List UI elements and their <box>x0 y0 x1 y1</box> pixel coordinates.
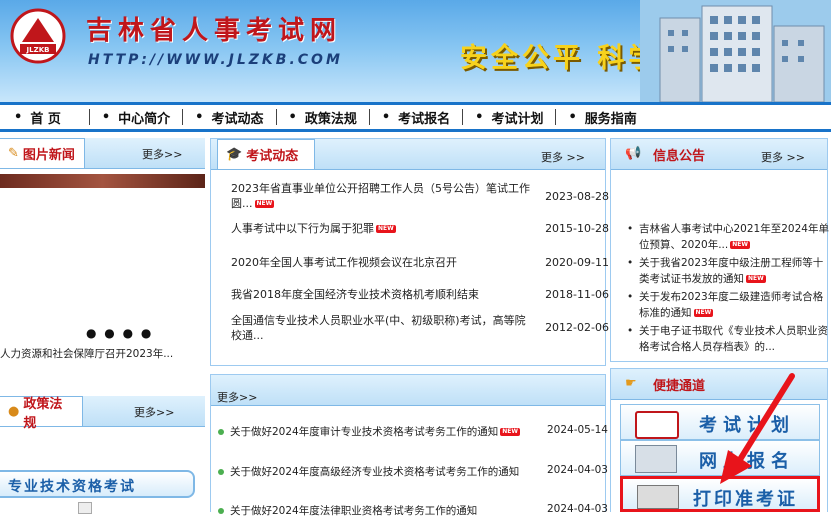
policy-center-header <box>211 375 605 406</box>
logo-text: JLZKB <box>26 46 50 54</box>
policy-left-more-link[interactable]: 更多>> <box>134 404 174 420</box>
nav-item-service-guide[interactable]: • 服务指南 <box>568 105 636 129</box>
policy-icon: ● <box>8 404 20 419</box>
nav-item-home[interactable]: • 首 页 <box>14 105 61 129</box>
nav-item-about[interactable]: • 中心简介 <box>102 105 170 129</box>
tab-photo-news[interactable]: ✎ 图片新闻 <box>0 138 85 168</box>
hand-pointer-icon: ☛ <box>625 376 637 391</box>
news-date: 2012-02-06 <box>545 321 609 334</box>
tab-policy[interactable]: ● 政策法规 <box>0 396 83 431</box>
notice-title: 信息公告 <box>653 149 706 164</box>
book-icon <box>635 411 679 439</box>
nav-divider <box>275 109 277 125</box>
news-date: 2023-08-28 <box>545 190 609 203</box>
broken-image-icon <box>78 502 92 514</box>
news-item[interactable]: 我省2018年度全国经济专业技术资格机考顺利结束 2018-11-06 <box>231 287 609 302</box>
new-badge: NEW <box>254 200 275 208</box>
megaphone-icon: 📢 <box>625 146 642 161</box>
notice-item[interactable]: • 关于我省2023年度中级注册工程师等十类考试证书发放的通知 NEW <box>627 255 829 287</box>
exam-news-panel: 🎓 考试动态 更多 >> 2023年省直事业单位公开招聘工作人员（5号公告）笔试… <box>210 138 609 366</box>
notice-item[interactable]: • 关于发布2023年度二级建造师考试合格标准的通知 NEW <box>627 289 829 321</box>
tab-exam-news[interactable]: 🎓 考试动态 <box>217 139 315 169</box>
main-nav: • 首 页 • 中心简介 • 考试动态 • 政策法规 • 考试报名 • 考试计划 • 服务指南 <box>0 102 831 132</box>
policy-list-item[interactable]: 关于做好2024年度法律职业资格考试考务工作的通知 2024-04-03 <box>218 503 608 518</box>
nav-item-exam-plan[interactable]: • 考试计划 <box>475 105 543 129</box>
new-badge: NEW <box>693 309 714 317</box>
exam-news-more-link[interactable]: 更多 >> <box>541 149 585 165</box>
notice-panel: 📢 信息公告 更多 >> • 吉林省人事考试中心2021年至2024年单位预算、2… <box>610 138 829 362</box>
professional-exam-bar[interactable]: 专业技术资格考试 <box>0 470 195 498</box>
nav-divider <box>368 109 370 125</box>
nav-divider <box>182 109 184 125</box>
nav-divider <box>555 109 557 125</box>
photo-news-image[interactable] <box>0 174 205 188</box>
news-item[interactable]: 2020年全国人事考试工作视频会议在北京召开 2020-09-11 <box>231 255 609 270</box>
nav-divider <box>462 109 464 125</box>
camera-icon: ✎ <box>8 146 19 161</box>
photo-news-more-link[interactable]: 更多>> <box>142 146 182 162</box>
new-badge: NEW <box>376 225 396 233</box>
news-item[interactable]: 人事考试中以下行为属于犯罪 NEW 2015-10-28 <box>231 221 609 236</box>
photo-news-panel: ✎ 图片新闻 更多>> ● ● ● ● 人力资源和社会保障厅召开2023年... <box>0 138 205 378</box>
printer-icon <box>637 485 679 509</box>
nav-item-registration[interactable]: • 考试报名 <box>382 105 450 129</box>
nav-divider <box>88 109 90 125</box>
quick-access-title: 便捷通道 <box>653 379 706 394</box>
policy-center-panel: 更多>> <box>210 374 606 512</box>
policy-list-item[interactable]: 关于做好2024年度高级经济专业技术资格考试考务工作的通知 2024-04-03 <box>218 464 608 479</box>
professional-exam-label: 专业技术资格考试 <box>8 479 136 495</box>
news-date: 2015-10-28 <box>545 222 609 235</box>
site-logo[interactable]: JLZKB <box>10 8 66 64</box>
new-badge: NEW <box>746 275 766 283</box>
policy-date: 2024-04-03 <box>546 503 608 515</box>
news-date: 2020-09-11 <box>545 256 609 269</box>
policy-center-more-link[interactable]: 更多>> <box>217 389 257 405</box>
photo-news-caption[interactable]: 人力资源和社会保障厅召开2023年... <box>0 346 173 361</box>
graduation-cap-icon: 🎓 <box>226 147 243 162</box>
policy-list-item[interactable]: 关于做好2024年度审计专业技术资格考试考务工作的通知 NEW 2024-05-1… <box>218 424 608 439</box>
computer-icon <box>635 445 677 473</box>
site-url: HTTP://WWW.JLZKB.COM <box>88 52 343 68</box>
policy-left-panel: ● 政策法规 更多>> <box>0 396 205 456</box>
carousel-dots[interactable]: ● ● ● ● <box>86 326 153 340</box>
new-badge: NEW <box>500 428 520 436</box>
new-badge: NEW <box>730 241 750 249</box>
news-date: 2018-11-06 <box>545 288 609 301</box>
news-item[interactable]: 全国通信专业技术人员职业水平(中、初级职称)考试，高等院校通... 2012-0… <box>231 313 609 343</box>
notice-more-link[interactable]: 更多 >> <box>761 149 805 165</box>
annotation-arrow-icon <box>720 373 795 484</box>
notice-item[interactable]: • 吉林省人事考试中心2021年至2024年单位预算、2020年... NEW <box>627 221 829 253</box>
site-title: 吉林省人事考试网 <box>86 16 343 46</box>
notice-item[interactable]: • 关于电子证书取代《专业技术人员职业资格考试合格人员存档表》的... <box>627 323 829 355</box>
bullet-icon <box>218 469 224 475</box>
bullet-icon <box>218 429 224 435</box>
nav-item-exam-news[interactable]: • 考试动态 <box>195 105 263 129</box>
bullet-icon <box>218 508 224 514</box>
nav-item-policy[interactable]: • 政策法规 <box>289 105 357 129</box>
news-item[interactable]: 2023年省直事业单位公开招聘工作人员（5号公告）笔试工作圆... NEW 202… <box>231 181 609 211</box>
building-image <box>640 0 831 102</box>
policy-date: 2024-04-03 <box>546 464 608 476</box>
site-header: JLZKB 吉林省人事考试网 HTTP://WWW.JLZKB.COM 安全公平… <box>0 0 831 102</box>
policy-date: 2024-05-14 <box>546 424 608 436</box>
